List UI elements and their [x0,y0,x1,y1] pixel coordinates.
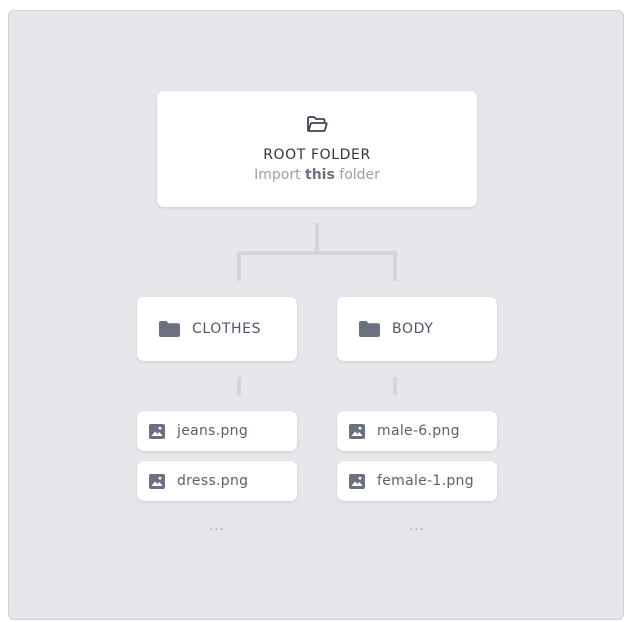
tree-connector-bar [237,251,397,255]
file-item-male-6[interactable]: male-6.png [337,411,497,451]
subtitle-emphasis: this [305,167,335,183]
tree-connector-right [393,251,397,281]
image-icon [349,473,365,489]
image-icon [149,473,165,489]
folder-connector-clothes [237,377,241,395]
root-folder-subtitle: Import this folder [254,167,380,183]
subtitle-prefix: Import [254,167,301,183]
root-folder-title: ROOT FOLDER [263,147,371,163]
folder-label: BODY [392,321,434,337]
file-item-jeans[interactable]: jeans.png [137,411,297,451]
folder-open-icon [307,116,328,132]
folder-card-body[interactable]: BODY [337,297,497,361]
root-folder-card[interactable]: ROOT FOLDER Import this folder [157,91,477,207]
folder-connector-body [393,377,397,395]
file-name: jeans.png [177,423,249,439]
folder-card-clothes[interactable]: CLOTHES [137,297,297,361]
image-icon [349,423,365,439]
folder-icon [359,321,380,337]
file-name: male-6.png [377,423,460,439]
more-files-indicator: ... [409,519,425,534]
subtitle-suffix: folder [339,167,380,183]
folder-label: CLOTHES [192,321,262,337]
file-item-female-1[interactable]: female-1.png [337,461,497,501]
image-icon [149,423,165,439]
file-name: female-1.png [377,473,474,489]
tree-connector-left [237,251,241,281]
tree-connector-stem [315,223,319,251]
folder-icon [159,321,180,337]
file-item-dress[interactable]: dress.png [137,461,297,501]
folder-tree-panel: ROOT FOLDER Import this folder CLOTHES B… [8,10,624,620]
more-files-indicator: ... [209,519,225,534]
file-name: dress.png [177,473,249,489]
